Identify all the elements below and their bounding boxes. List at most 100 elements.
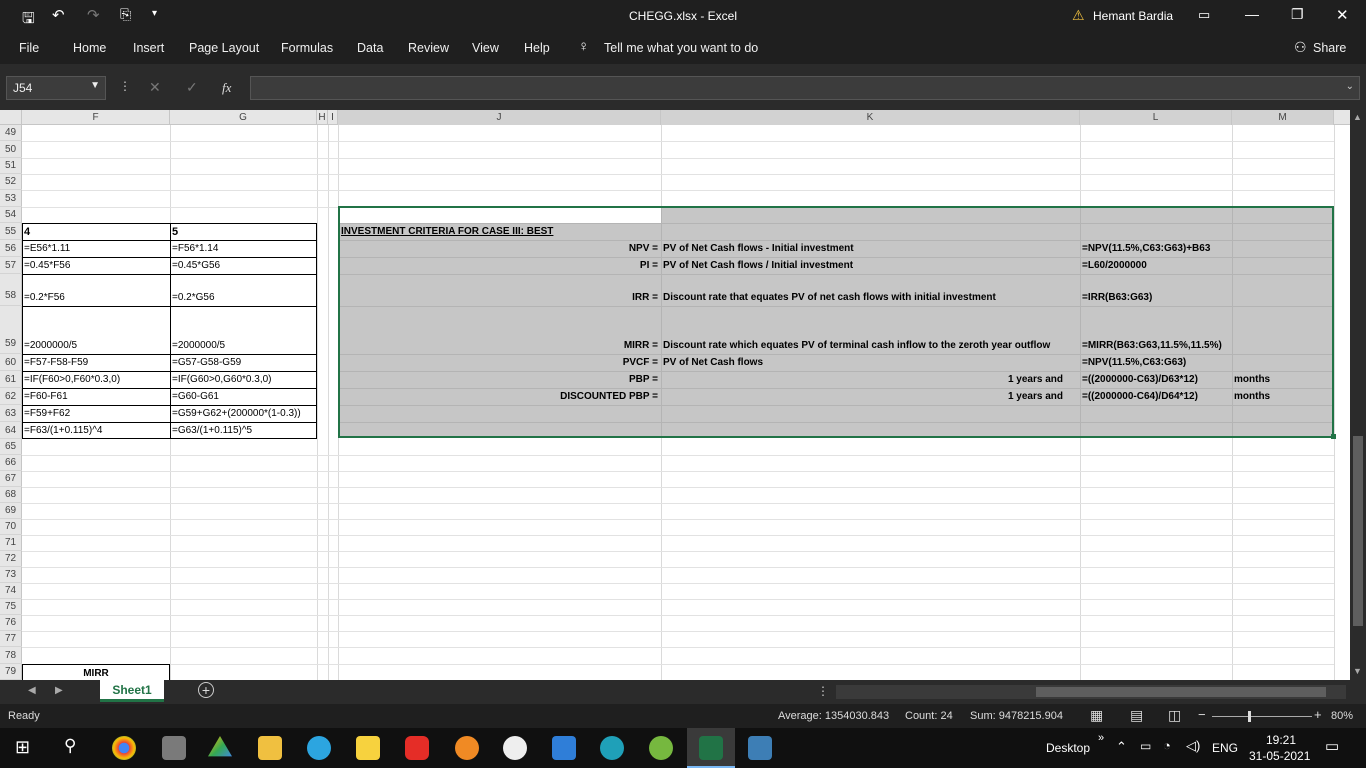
- zoom-level[interactable]: 80%: [1331, 710, 1353, 722]
- save-icon[interactable]: 🖫: [22, 8, 35, 33]
- zoom-out-icon[interactable]: −: [1198, 707, 1206, 722]
- language-indicator[interactable]: ENG: [1212, 741, 1238, 755]
- expand-formula-icon[interactable]: ⌄: [1346, 81, 1354, 92]
- cell-g62[interactable]: =G60-G61: [172, 391, 219, 403]
- cell-l61[interactable]: =((2000000-C63)/D63*12): [1082, 374, 1198, 386]
- cell-k56[interactable]: PV of Net Cash flows - Initial investmen…: [663, 243, 854, 255]
- cancel-icon[interactable]: ✕: [149, 79, 161, 96]
- cell-l60[interactable]: =NPV(11.5%,C63:G63): [1082, 357, 1186, 369]
- cell-f59[interactable]: =2000000/5: [24, 340, 77, 352]
- cell-f55[interactable]: 4: [24, 226, 30, 238]
- tab-formulas[interactable]: Formulas: [281, 41, 333, 55]
- cell-m62[interactable]: months: [1234, 391, 1270, 403]
- cell-j62[interactable]: DISCOUNTED PBP =: [340, 391, 658, 403]
- photos-icon[interactable]: [748, 736, 772, 760]
- insert-function-icon[interactable]: fx: [222, 80, 231, 96]
- tab-review[interactable]: Review: [408, 41, 449, 55]
- cell-j57[interactable]: PI =: [340, 260, 658, 272]
- zoom-in-icon[interactable]: +: [1314, 707, 1322, 722]
- vertical-scrollbar[interactable]: ▲ ▼: [1350, 110, 1366, 680]
- cell-g59[interactable]: =2000000/5: [172, 340, 225, 352]
- column-header-j[interactable]: J: [338, 110, 661, 125]
- row-header[interactable]: 66: [0, 455, 22, 471]
- undo-icon[interactable]: ↶: [52, 6, 65, 24]
- row-header[interactable]: 58: [0, 274, 22, 306]
- active-cell-j54[interactable]: [340, 208, 661, 223]
- clock-icon[interactable]: [503, 736, 527, 760]
- row-header[interactable]: 51: [0, 158, 22, 174]
- cell-l57[interactable]: =L60/2000000: [1082, 260, 1147, 272]
- row-header[interactable]: 50: [0, 141, 22, 158]
- column-header-g[interactable]: G: [170, 110, 317, 125]
- add-sheet-icon[interactable]: +: [198, 682, 214, 698]
- zoom-slider-thumb[interactable]: [1248, 711, 1251, 722]
- windows-start-icon[interactable]: ⊞: [15, 737, 30, 758]
- chevron-down-icon[interactable]: ▼: [90, 80, 100, 91]
- cell-k58[interactable]: Discount rate that equates PV of net cas…: [663, 292, 996, 304]
- criteria-heading[interactable]: INVESTMENT CRITERIA FOR CASE III: BEST: [341, 226, 553, 238]
- calculator-icon[interactable]: [162, 736, 186, 760]
- cell-j59[interactable]: MIRR =: [340, 340, 658, 352]
- column-header-h[interactable]: H: [317, 110, 328, 125]
- cell-k60[interactable]: PV of Net Cash flows: [663, 357, 763, 369]
- cell-l58[interactable]: =IRR(B63:G63): [1082, 292, 1152, 304]
- clock-date[interactable]: 31-05-2021: [1249, 749, 1310, 763]
- share-button[interactable]: Share: [1313, 41, 1346, 55]
- next-sheet-icon[interactable]: ▶: [55, 685, 63, 696]
- cell-j61[interactable]: PBP =: [340, 374, 658, 386]
- row-header[interactable]: 60: [0, 354, 22, 371]
- row-header[interactable]: 56: [0, 240, 22, 257]
- cell-m61[interactable]: months: [1234, 374, 1270, 386]
- name-box[interactable]: J54 ▼: [6, 76, 106, 100]
- cell-f62[interactable]: =F60-F61: [24, 391, 68, 403]
- row-header[interactable]: 70: [0, 519, 22, 535]
- cell-f64[interactable]: =F63/(1+0.115)^4: [24, 425, 102, 437]
- desktop-label[interactable]: Desktop: [1046, 741, 1090, 755]
- cell-f57[interactable]: =0.45*F56: [24, 260, 70, 272]
- select-all[interactable]: [0, 110, 22, 125]
- enter-icon[interactable]: ✓: [186, 79, 198, 96]
- row-header[interactable]: 55: [0, 223, 22, 240]
- cell-k62[interactable]: 1 years and: [663, 391, 1063, 403]
- normal-view-icon[interactable]: ▦: [1090, 707, 1103, 724]
- cell-g56[interactable]: =F56*1.14: [172, 243, 218, 255]
- row-header[interactable]: 65: [0, 439, 22, 455]
- prev-sheet-icon[interactable]: ◀: [28, 685, 36, 696]
- row-header[interactable]: 49: [0, 125, 22, 141]
- sticky-notes-icon[interactable]: [356, 736, 380, 760]
- cell-f56[interactable]: =E56*1.11: [24, 243, 70, 255]
- edge-icon[interactable]: [600, 736, 624, 760]
- cell-k59[interactable]: Discount rate which equates PV of termin…: [663, 340, 1050, 352]
- cell-g61[interactable]: =IF(G60>0,G60*0.3,0): [172, 374, 272, 386]
- tab-home[interactable]: Home: [73, 41, 106, 55]
- redo-icon[interactable]: ↷: [87, 6, 100, 24]
- row-header[interactable]: 68: [0, 487, 22, 503]
- restore-icon[interactable]: ❐: [1291, 6, 1304, 23]
- cell-l56[interactable]: =NPV(11.5%,C63:G63)+B63: [1082, 243, 1210, 255]
- row-header[interactable]: 53: [0, 190, 22, 207]
- status-count[interactable]: Count: 24: [905, 710, 953, 722]
- mail-icon[interactable]: [552, 736, 576, 760]
- tab-view[interactable]: View: [472, 41, 499, 55]
- row-header[interactable]: 52: [0, 174, 22, 190]
- zoom-slider[interactable]: [1212, 711, 1312, 722]
- cell-g57[interactable]: =0.45*G56: [172, 260, 220, 272]
- formula-input[interactable]: ⌄: [250, 76, 1360, 100]
- desktop-chevron-icon[interactable]: »: [1098, 732, 1104, 744]
- cell-g55[interactable]: 5: [172, 226, 178, 238]
- column-header-f[interactable]: F: [22, 110, 170, 125]
- show-hidden-icon[interactable]: ⌃: [1116, 739, 1127, 755]
- close-icon[interactable]: ✕: [1336, 6, 1349, 24]
- tab-insert[interactable]: Insert: [133, 41, 164, 55]
- volume-icon[interactable]: ◁): [1186, 738, 1200, 754]
- minimize-icon[interactable]: —: [1245, 6, 1259, 22]
- row-header[interactable]: 76: [0, 615, 22, 631]
- utorrent-icon[interactable]: [649, 736, 673, 760]
- column-header-l[interactable]: L: [1080, 110, 1232, 125]
- row-header[interactable]: 74: [0, 583, 22, 599]
- cell-g60[interactable]: =G57-G58-G59: [172, 357, 241, 369]
- cell-l62[interactable]: =((2000000-C64)/D64*12): [1082, 391, 1198, 403]
- cell-g64[interactable]: =G63/(1+0.115)^5: [172, 425, 252, 437]
- row-header[interactable]: 71: [0, 535, 22, 551]
- selected-range[interactable]: [338, 206, 1336, 439]
